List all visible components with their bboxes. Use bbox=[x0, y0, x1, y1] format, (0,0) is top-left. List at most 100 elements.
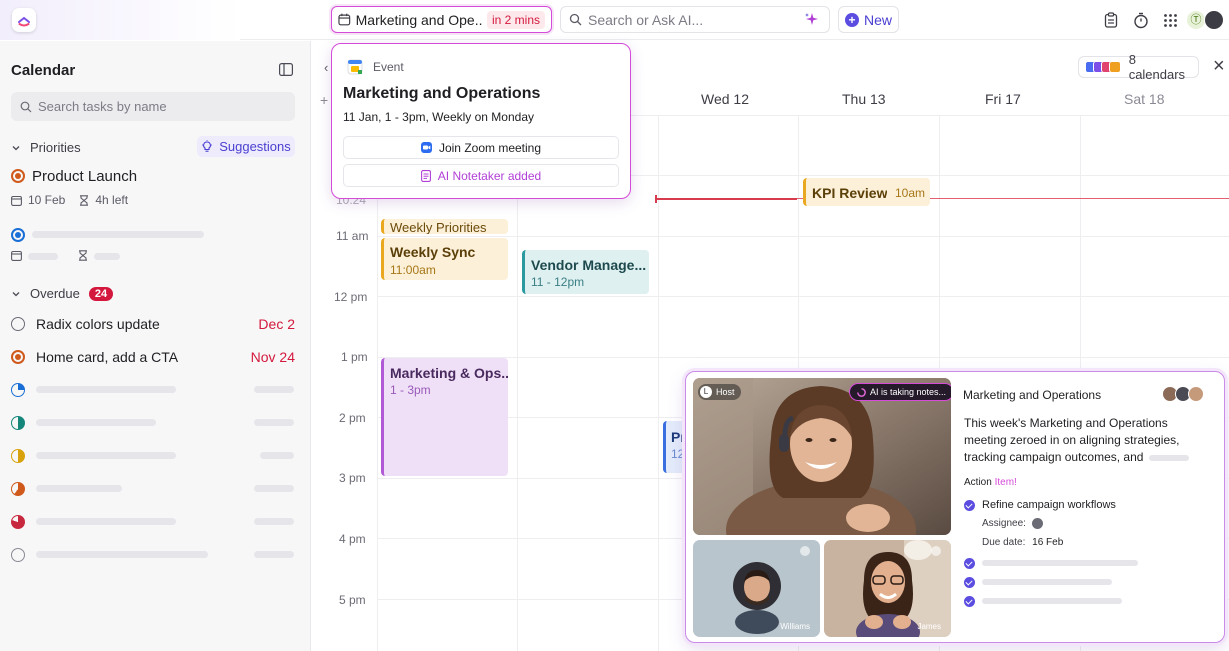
task-status-in-progress-icon[interactable] bbox=[11, 169, 25, 183]
overdue-section-toggle[interactable]: Overdue 24 bbox=[11, 286, 114, 301]
task-due-date: Dec 2 bbox=[258, 316, 295, 332]
priorities-label: Priorities bbox=[30, 140, 81, 155]
task-status-icon[interactable] bbox=[11, 383, 25, 397]
placeholder-bar bbox=[260, 452, 294, 459]
event-title: Weekly Sync bbox=[390, 244, 476, 260]
participant-video-tile-james[interactable]: James bbox=[824, 540, 951, 637]
clipboard-icon[interactable] bbox=[1102, 11, 1120, 29]
completed-check-icon[interactable] bbox=[964, 596, 975, 607]
google-calendar-icon bbox=[347, 59, 363, 75]
host-video-tile[interactable]: L Host AI is taking notes... bbox=[693, 378, 951, 535]
task-title: Home card, add a CTA bbox=[36, 349, 179, 365]
event-weekly-sync[interactable]: Weekly Sync 11:00am bbox=[381, 238, 508, 280]
event-time: 1 - 3pm bbox=[390, 383, 431, 397]
host-badge: L Host bbox=[698, 384, 741, 400]
event-title: Pr bbox=[671, 429, 686, 445]
placeholder-bar bbox=[982, 598, 1122, 604]
close-icon[interactable]: × bbox=[1213, 56, 1229, 76]
timer-icon[interactable] bbox=[1132, 11, 1150, 29]
join-zoom-button[interactable]: Join Zoom meeting bbox=[343, 136, 619, 159]
hour-label: 4 pm bbox=[339, 532, 366, 546]
task-status-in-progress-icon[interactable] bbox=[11, 350, 25, 364]
attendee-avatar bbox=[1188, 386, 1204, 402]
task-status-icon[interactable] bbox=[11, 449, 25, 463]
search-icon bbox=[569, 13, 582, 26]
placeholder-bar bbox=[254, 386, 294, 393]
event-marketing-ops[interactable]: Marketing & Ops... 1 - 3pm bbox=[381, 358, 508, 476]
notes-icon bbox=[420, 169, 431, 182]
calendars-selector[interactable]: 8 calendars bbox=[1078, 52, 1199, 82]
ai-notetaker-button[interactable]: AI Notetaker added bbox=[343, 164, 619, 187]
hourglass-icon bbox=[80, 194, 89, 206]
hourglass-icon bbox=[79, 250, 87, 261]
day-header-sat[interactable]: Sat 18 bbox=[1124, 91, 1164, 107]
ai-sparkle-icon[interactable] bbox=[804, 12, 819, 27]
placeholder-bar bbox=[36, 386, 176, 393]
calendar-icon bbox=[11, 250, 22, 261]
overdue-task-radix[interactable]: Radix colors update Dec 2 bbox=[11, 315, 295, 333]
task-status-icon[interactable] bbox=[11, 548, 25, 562]
apps-grid-icon[interactable] bbox=[1161, 11, 1179, 29]
sidebar-title: Calendar bbox=[11, 62, 76, 79]
day-header-fri[interactable]: Fri 17 bbox=[985, 91, 1021, 107]
task-status-icon[interactable] bbox=[11, 482, 25, 496]
day-header-wed[interactable]: Wed 12 bbox=[701, 91, 749, 107]
task-title: Radix colors update bbox=[36, 316, 160, 332]
task-due-date: Nov 24 bbox=[250, 349, 295, 365]
task-status-icon[interactable] bbox=[11, 515, 25, 529]
task-due-date: 10 Feb bbox=[28, 193, 66, 207]
completed-check-icon[interactable] bbox=[964, 577, 975, 588]
current-time-line-today bbox=[657, 198, 797, 200]
overdue-count-badge: 24 bbox=[88, 286, 114, 301]
top-bar-glow bbox=[0, 0, 240, 40]
completed-check-icon[interactable] bbox=[964, 500, 975, 511]
collapse-sidebar-icon[interactable] bbox=[279, 63, 293, 76]
task-title-product-launch[interactable]: Product Launch bbox=[32, 168, 137, 185]
event-time: 11 - 12pm bbox=[531, 275, 585, 289]
popover-kind-label: Event bbox=[373, 60, 404, 74]
spinner-icon bbox=[857, 387, 866, 397]
task-status-todo-icon[interactable] bbox=[11, 317, 25, 331]
event-kpi-review[interactable]: KPI Review 10am bbox=[803, 178, 930, 206]
task-status-icon[interactable] bbox=[11, 416, 25, 430]
placeholder-bar bbox=[36, 551, 208, 558]
event-title: Vendor Manage... bbox=[531, 257, 647, 273]
ai-notetaker-label: AI Notetaker added bbox=[437, 168, 542, 183]
placeholder-bar bbox=[982, 560, 1138, 566]
priorities-section-toggle[interactable]: Priorities bbox=[11, 140, 81, 155]
event-vendor-management[interactable]: Vendor Manage... 11 - 12pm bbox=[522, 250, 649, 294]
upcoming-event-pill[interactable]: Marketing and Ope... in 2 mins bbox=[331, 6, 552, 33]
popover-event-title: Marketing and Operations bbox=[343, 85, 541, 102]
event-time: 10am bbox=[895, 186, 926, 200]
overdue-task-home-card[interactable]: Home card, add a CTA Nov 24 bbox=[11, 348, 295, 366]
attendee-avatars[interactable] bbox=[1162, 386, 1208, 402]
upcoming-event-countdown: in 2 mins bbox=[486, 10, 545, 29]
global-search[interactable] bbox=[560, 6, 830, 33]
task-search[interactable] bbox=[11, 92, 295, 121]
clickup-logo-icon bbox=[18, 16, 30, 27]
assignee-label: Assignee: bbox=[982, 518, 1026, 529]
ai-summary-title: Marketing and Operations bbox=[963, 388, 1102, 402]
assignee-avatar bbox=[1031, 518, 1043, 529]
workspace-avatar: Ⓣ bbox=[1186, 10, 1206, 30]
new-button[interactable]: + New bbox=[838, 6, 899, 33]
event-weekly-priorities[interactable]: Weekly Priorities bbox=[381, 219, 508, 234]
suggestions-button[interactable]: Suggestions bbox=[197, 136, 295, 157]
placeholder-bar bbox=[94, 253, 120, 260]
add-event-button[interactable]: + bbox=[320, 92, 328, 108]
calendar-icon bbox=[11, 195, 22, 206]
global-search-input[interactable] bbox=[588, 11, 798, 28]
ai-notetaker-card: L Host AI is taking notes... Williams Ja… bbox=[685, 371, 1225, 643]
host-initial: L bbox=[700, 386, 712, 398]
day-header-thu[interactable]: Thu 13 bbox=[842, 91, 886, 107]
placeholder-bar bbox=[254, 485, 294, 492]
completed-check-icon[interactable] bbox=[964, 558, 975, 569]
calendar-icon bbox=[338, 13, 351, 26]
task-status-icon[interactable] bbox=[11, 228, 25, 242]
placeholder-bar bbox=[32, 231, 204, 238]
app-logo[interactable] bbox=[12, 8, 36, 32]
task-search-input[interactable] bbox=[38, 99, 278, 114]
user-avatars[interactable]: Ⓣ bbox=[1186, 10, 1226, 30]
previous-week-button[interactable]: ‹ bbox=[324, 60, 328, 75]
participant-video-tile-williams[interactable]: Williams bbox=[693, 540, 820, 637]
